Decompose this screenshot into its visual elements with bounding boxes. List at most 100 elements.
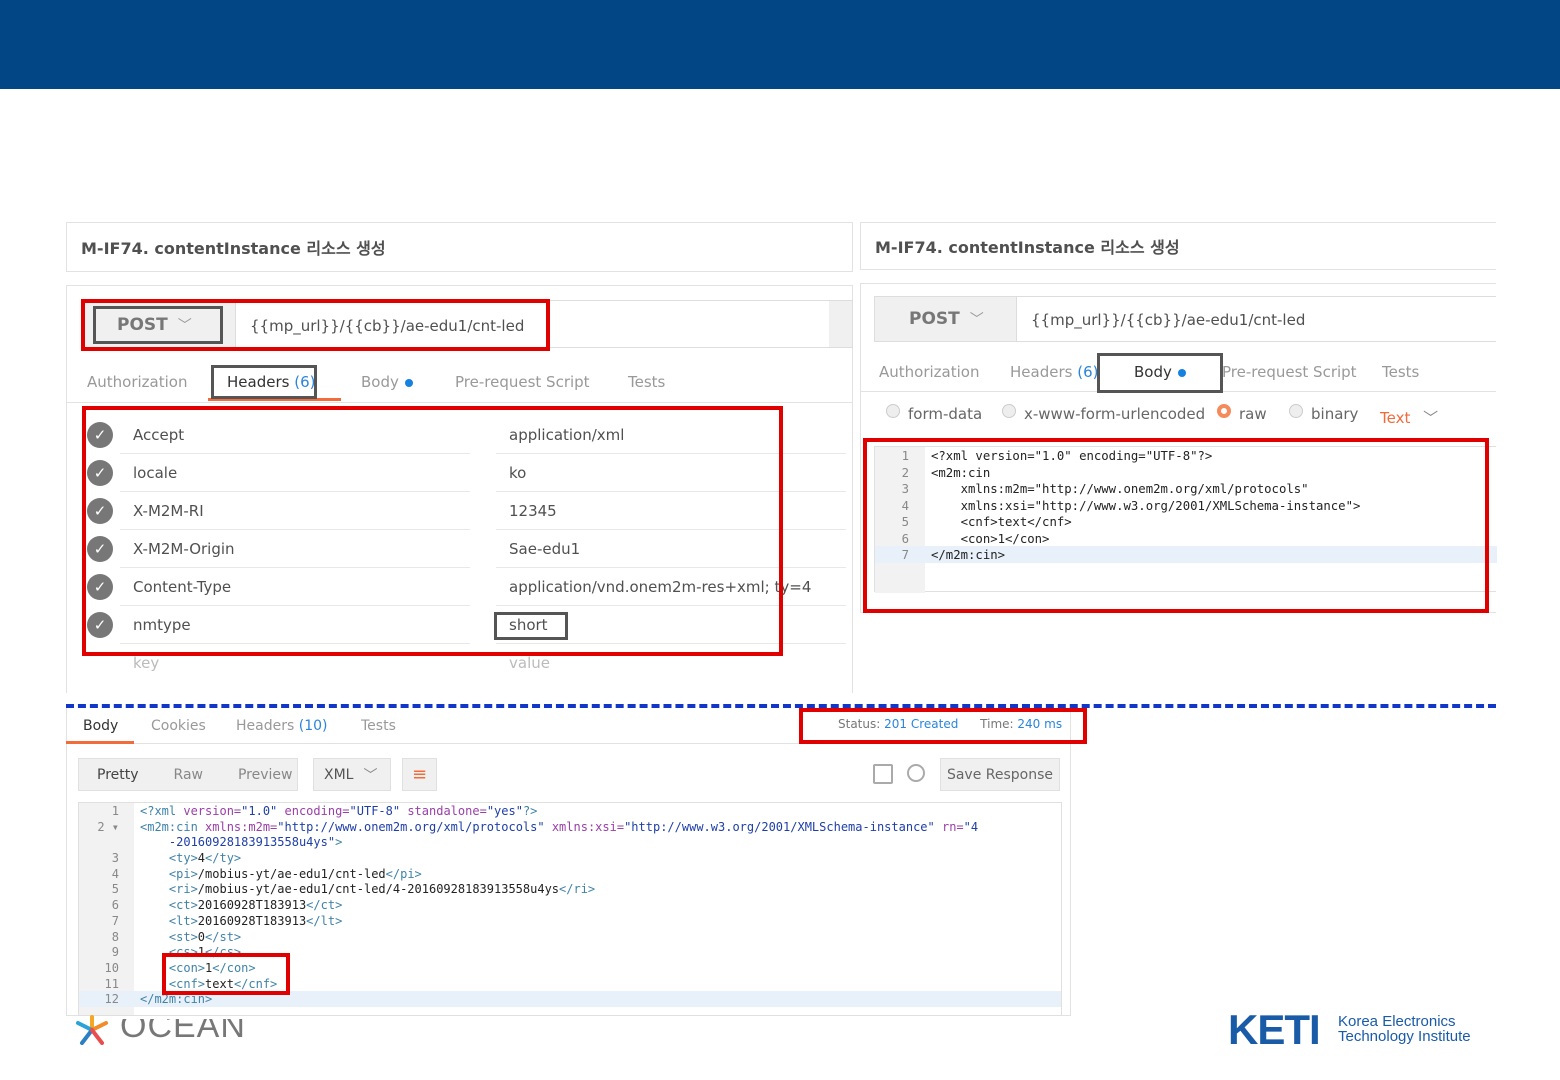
code-text: -20160928183913558u4ys"> <box>140 835 343 850</box>
copy-icon[interactable] <box>873 764 893 784</box>
tab-response-tests[interactable]: Tests <box>361 718 396 734</box>
keti-logo-text: KETI <box>1228 1006 1321 1053</box>
code-text: <pi>/mobius-yt/ae-edu1/cnt-led</pi> <box>140 866 422 881</box>
left-request-title-text: M-IF74. contentInstance 리소스 생성 <box>81 239 386 258</box>
pretty-button[interactable]: Pretty <box>97 767 139 783</box>
chevron-down-icon: ﹀ <box>969 312 984 328</box>
code-text: <ty>4</ty> <box>140 851 242 866</box>
line-number <box>79 835 119 851</box>
tab-cookies[interactable]: Cookies <box>151 718 206 734</box>
keti-name-line1: Korea Electronics <box>1338 1013 1456 1030</box>
line-number: 11 <box>104 976 119 991</box>
right-url-text: {{mp_url}}/{{cb}}/ae-edu1/cnt-led <box>1031 311 1306 329</box>
tab-body-label: Body <box>361 373 399 391</box>
code-line: 3 <ty>4</ty> <box>79 851 1061 867</box>
preview-button[interactable]: Preview <box>238 767 293 783</box>
right-request-title: M-IF74. contentInstance 리소스 생성 <box>860 222 1496 270</box>
highlight-status <box>799 708 1087 744</box>
tab-response-headers[interactable]: Headers (10) <box>236 718 327 734</box>
save-response-label: Save Response <box>946 766 1054 783</box>
tab-response-headers-label: Headers <box>236 718 295 734</box>
tab-authorization[interactable]: Authorization <box>87 373 187 391</box>
tab-prerequest-script[interactable]: Pre-request Script <box>455 373 590 391</box>
view-mode-group: Pretty Raw Preview <box>78 758 298 791</box>
line-number: 9 <box>111 945 119 960</box>
ocean-logo-text: OCEAN <box>120 1007 246 1045</box>
code-text: <st>0</st> <box>140 929 242 944</box>
tab-response-body[interactable]: Body <box>83 718 118 734</box>
line-number: 1 <box>111 804 119 818</box>
format-label: Text <box>1380 409 1411 427</box>
code-line: 1 <?xml version="1.0" encoding="UTF-8" st… <box>79 804 1061 820</box>
tab-tests[interactable]: Tests <box>1382 363 1419 381</box>
headers-count-badge: (6) <box>1077 363 1099 381</box>
ocean-logo: OCEAN <box>74 1005 264 1047</box>
highlight-request-body <box>863 438 1489 613</box>
radio-binary[interactable] <box>1289 404 1303 418</box>
search-icon[interactable] <box>907 764 925 782</box>
line-number: 10 <box>104 960 119 975</box>
chevron-down-icon: ﹀ <box>363 767 378 784</box>
body-mode-options: form-data x-www-form-urlencoded raw bina… <box>886 404 1486 428</box>
radio-urlencoded[interactable] <box>1002 404 1016 418</box>
right-request-title-text: M-IF74. contentInstance 리소스 생성 <box>875 238 1180 257</box>
tab-tests[interactable]: Tests <box>628 373 665 391</box>
tab-prerequest-script[interactable]: Pre-request Script <box>1222 363 1357 381</box>
wrap-lines-icon[interactable]: ≡ <box>402 758 437 791</box>
binary-label: binary <box>1311 405 1359 423</box>
line-number: 6 <box>111 898 119 913</box>
chevron-down-icon: ﹀ <box>1423 409 1439 427</box>
keti-name-line2: Technology Institute <box>1338 1028 1471 1045</box>
tab-headers-label: Headers <box>1010 363 1073 381</box>
code-line: -20160928183913558u4ys"> <box>79 835 1061 851</box>
line-number: 3 <box>111 851 119 866</box>
code-line: 8 <st>0</st> <box>79 929 1061 946</box>
key-placeholder[interactable]: key <box>133 654 159 672</box>
raw-button[interactable]: Raw <box>174 767 203 783</box>
highlight-method <box>93 306 223 344</box>
form-data-label: form-data <box>908 405 983 423</box>
code-text: <ct>20160928T183913</ct> <box>140 898 343 913</box>
tab-headers[interactable]: Headers (6) <box>1010 363 1098 381</box>
line-number: 2 ▾ <box>97 819 119 834</box>
line-number: 5 <box>111 882 119 897</box>
code-line: 6 <ct>20160928T183913</ct> <box>79 898 1061 914</box>
right-method-label: POST <box>909 309 960 329</box>
code-line: 2 ▾ <m2m:cin xmlns:m2m="http://www.onem2m… <box>79 819 1061 836</box>
radio-raw[interactable] <box>1217 404 1231 418</box>
urlencoded-label: x-www-form-urlencoded <box>1024 405 1206 423</box>
code-text: <ri>/mobius-yt/ae-edu1/cnt-led/4-2016092… <box>140 882 596 897</box>
highlight-headers-table <box>82 406 783 656</box>
body-dot-icon <box>404 378 413 387</box>
title-bar <box>0 0 1560 89</box>
line-number: 4 <box>111 866 119 881</box>
left-request-title: M-IF74. contentInstance 리소스 생성 <box>66 222 853 272</box>
tab-body[interactable]: Body <box>361 373 413 391</box>
keti-logo: KETI Korea Electronics Technology Instit… <box>1228 1004 1498 1056</box>
response-format-label: XML <box>324 766 354 783</box>
radio-form-data[interactable] <box>886 404 900 418</box>
code-text: <m2m:cin xmlns:m2m="http://www.onem2m.or… <box>140 819 979 834</box>
highlight-nmtype-value <box>494 612 568 640</box>
line-number: 8 <box>111 929 119 944</box>
line-number: 7 <box>111 913 119 928</box>
raw-label: raw <box>1239 405 1267 423</box>
value-placeholder[interactable]: value <box>509 654 550 672</box>
highlight-body-tab <box>1097 353 1223 393</box>
code-line: 7 <lt>20160928T183913</lt> <box>79 913 1061 930</box>
format-dropdown[interactable]: Text ﹀ <box>1380 407 1438 428</box>
right-url-input[interactable]: {{mp_url}}/{{cb}}/ae-edu1/cnt-led <box>1016 297 1496 341</box>
active-tab-underline <box>66 741 134 744</box>
tab-authorization[interactable]: Authorization <box>879 363 979 381</box>
highlight-headers-tab <box>211 365 317 399</box>
code-text: <?xml version="1.0" encoding="UTF-8" sta… <box>140 804 538 818</box>
ocean-logo-icon <box>74 1015 110 1045</box>
code-line: 4 <pi>/mobius-yt/ae-edu1/cnt-led</pi> <box>79 866 1061 883</box>
save-response-button[interactable]: Save Response <box>940 758 1060 791</box>
right-method-dropdown[interactable]: POST ﹀ <box>874 300 1014 338</box>
left-request-tabs: Authorization Headers (6) Body Pre-reque… <box>66 368 853 403</box>
highlight-con-cnf <box>162 953 290 995</box>
response-format-dropdown[interactable]: XML ﹀ <box>313 758 391 791</box>
code-text: <lt>20160928T183913</lt> <box>140 913 343 928</box>
code-line: 5 <ri>/mobius-yt/ae-edu1/cnt-led/4-20160… <box>79 882 1061 898</box>
